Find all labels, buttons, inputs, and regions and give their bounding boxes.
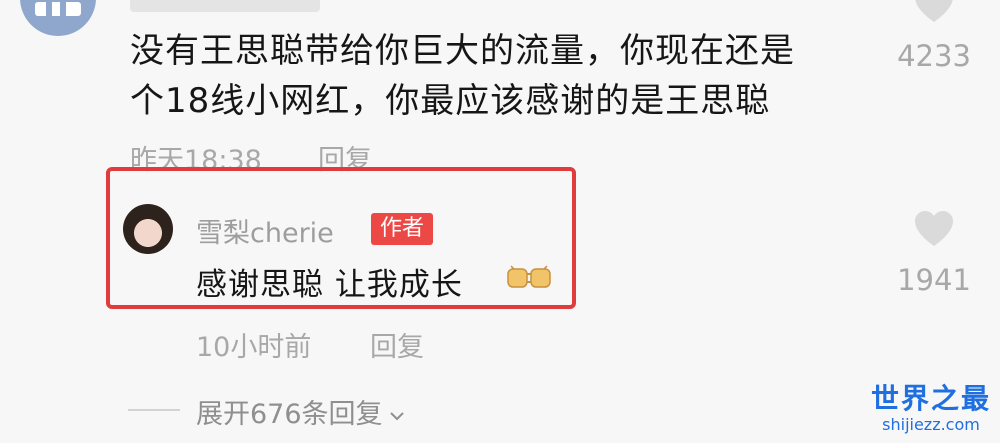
- reply-reply-button[interactable]: 回复: [370, 325, 424, 364]
- commenter-avatar[interactable]: [20, 0, 96, 36]
- reply-avatar[interactable]: [123, 204, 173, 254]
- fist-bump-icon: [507, 265, 551, 288]
- expand-replies-button[interactable]: 展开676条回复: [196, 392, 405, 431]
- reply-like-count: 1941: [897, 263, 971, 297]
- reply-like-button[interactable]: 1941: [894, 210, 974, 297]
- reply-text: 感谢思聪 让我成长: [196, 267, 463, 303]
- comment-like-count: 4233: [897, 39, 971, 73]
- avatar-mouth-shape: [35, 2, 81, 16]
- avatar-tooth: [60, 2, 66, 16]
- reply-timestamp: 10小时前: [196, 332, 312, 363]
- expand-replies-label: 展开676条回复: [196, 399, 383, 430]
- site-watermark: 世界之最 shijiezz.com: [866, 382, 996, 434]
- avatar-tooth: [46, 2, 52, 16]
- watermark-title: 世界之最: [870, 382, 991, 415]
- blurred-username: [130, 0, 320, 12]
- author-badge: 作者: [371, 213, 434, 245]
- chevron-down-icon: [389, 411, 404, 420]
- heart-icon: [915, 211, 953, 246]
- watermark-domain: shijiezz.com: [882, 415, 980, 434]
- reply-username[interactable]: 雪梨cherie: [196, 211, 334, 250]
- divider-line: [128, 409, 180, 411]
- comment-text: 没有王思聪带给你巨大的流量，你现在还是 个18线小网红，你最应该感谢的是王思聪: [130, 26, 850, 126]
- comment-text-line: 没有王思聪带给你巨大的流量，你现在还是: [130, 31, 795, 71]
- comment-text-line: 个18线小网红，你最应该感谢的是王思聪: [130, 81, 771, 121]
- comment-like-button[interactable]: 4233: [894, 0, 974, 73]
- heart-icon: [915, 0, 953, 22]
